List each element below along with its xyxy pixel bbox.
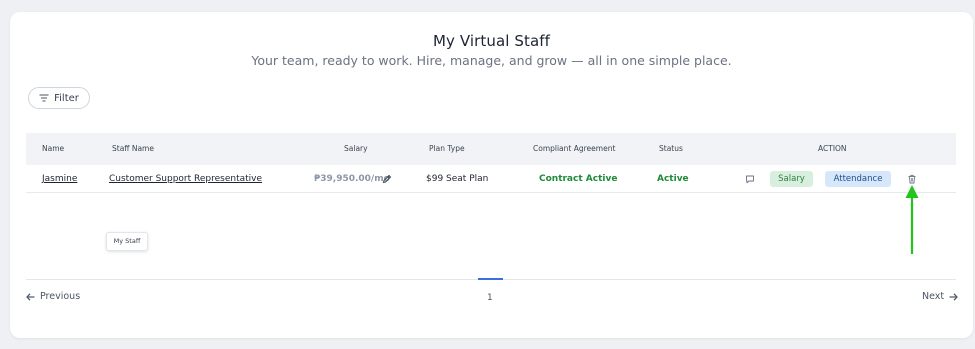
status-value: Active <box>657 174 689 184</box>
next-button[interactable]: Next <box>922 291 958 302</box>
chat-icon[interactable] <box>745 174 755 184</box>
page-title: My Virtual Staff <box>432 32 551 50</box>
plan-type-value: $99 Seat Plan <box>426 174 489 184</box>
filter-label: Filter <box>54 92 79 104</box>
page-subtitle: Your team, ready to work. Hire, manage, … <box>251 53 732 68</box>
previous-button[interactable]: Previous <box>26 291 80 302</box>
header-salary: Salary <box>344 144 368 153</box>
header-staff-name: Staff Name <box>112 144 154 153</box>
trash-icon[interactable] <box>907 174 917 184</box>
header-action: ACTION <box>818 144 847 153</box>
header-name: Name <box>42 144 65 153</box>
arrow-left-icon <box>26 292 35 301</box>
tooltip: My Staff <box>106 232 148 251</box>
previous-label: Previous <box>40 291 81 302</box>
table-header: Name Staff Name Salary Plan Type Complia… <box>26 133 956 165</box>
salary-button[interactable]: Salary <box>770 171 813 187</box>
next-label: Next <box>922 291 945 302</box>
edit-pencil-icon[interactable] <box>382 174 392 184</box>
filter-icon <box>39 94 49 102</box>
header-status: Status <box>659 144 683 153</box>
annotation-arrow-icon <box>905 185 919 254</box>
contract-status-value: Contract Active <box>539 174 618 184</box>
table-row: Jasmine Customer Support Representative … <box>26 165 956 193</box>
page-number[interactable]: 1 <box>487 293 493 303</box>
staff-name-link[interactable]: Jasmine <box>42 165 77 193</box>
salary-value: ₱39,950.00/mo <box>314 174 390 184</box>
header-compliant-agreement: Compliant Agreement <box>533 144 616 153</box>
staff-card: My Virtual Staff Your team, ready to wor… <box>10 12 973 338</box>
arrow-right-icon <box>949 292 958 301</box>
attendance-button[interactable]: Attendance <box>825 171 891 187</box>
pagination-active-indicator <box>478 278 503 280</box>
header-plan-type: Plan Type <box>429 144 465 153</box>
filter-button[interactable]: Filter <box>28 87 90 109</box>
staff-role-link[interactable]: Customer Support Representative <box>109 165 262 193</box>
